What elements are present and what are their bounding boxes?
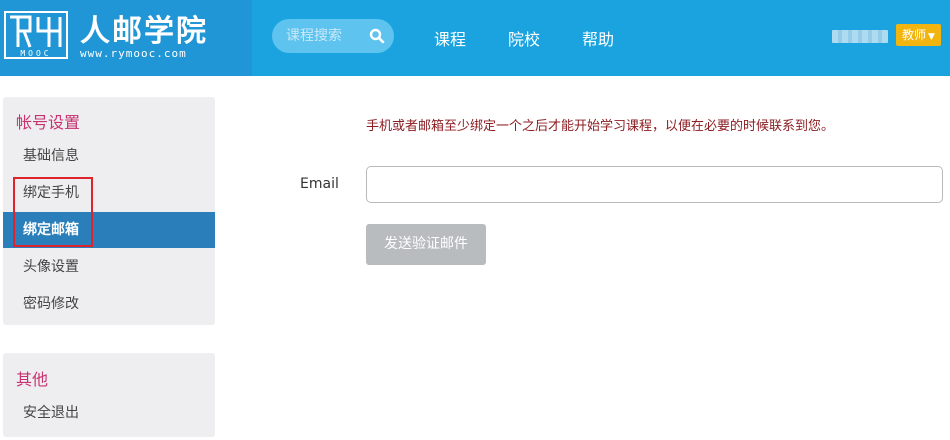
role-label: 教师 [902,28,927,42]
nav-schools[interactable]: 院校 [508,26,540,50]
other-panel: 其他 安全退出 [3,353,215,437]
logo-url: www.rymooc.com [80,47,187,60]
highlight-annotation [13,177,93,247]
svg-text:MOOC: MOOC [20,49,51,58]
top-navbar: MOOC 人邮学院 www.rymooc.com 课程 院校 帮助 教师▼ [0,0,950,76]
search-box [272,19,394,53]
caret-down-icon: ▼ [928,32,935,42]
sidebar-item-logout[interactable]: 安全退出 [3,395,215,431]
sidebar-item-basic-info[interactable]: 基础信息 [3,138,215,174]
email-label: Email [300,176,339,192]
search-input[interactable] [286,28,368,44]
logo[interactable]: MOOC 人邮学院 www.rymooc.com [0,0,252,76]
nav-help[interactable]: 帮助 [582,26,614,50]
rymooc-logo-icon: MOOC [4,11,68,59]
logo-text: 人邮学院 [80,14,208,49]
user-name-blurred[interactable] [832,30,888,43]
bind-notice: 手机或者邮箱至少绑定一个之后才能开始学习课程，以便在必要的时候联系到您。 [366,119,835,134]
send-verification-email-button[interactable]: 发送验证邮件 [366,224,486,265]
email-field[interactable] [366,166,943,203]
search-icon[interactable] [368,27,386,45]
nav-courses[interactable]: 课程 [434,26,466,50]
role-badge[interactable]: 教师 ▼ [896,24,941,46]
account-settings-title: 帐号设置 [16,113,81,132]
other-title: 其他 [16,370,49,389]
sidebar-item-password[interactable]: 密码修改 [3,286,215,322]
sidebar-item-avatar[interactable]: 头像设置 [3,249,215,285]
